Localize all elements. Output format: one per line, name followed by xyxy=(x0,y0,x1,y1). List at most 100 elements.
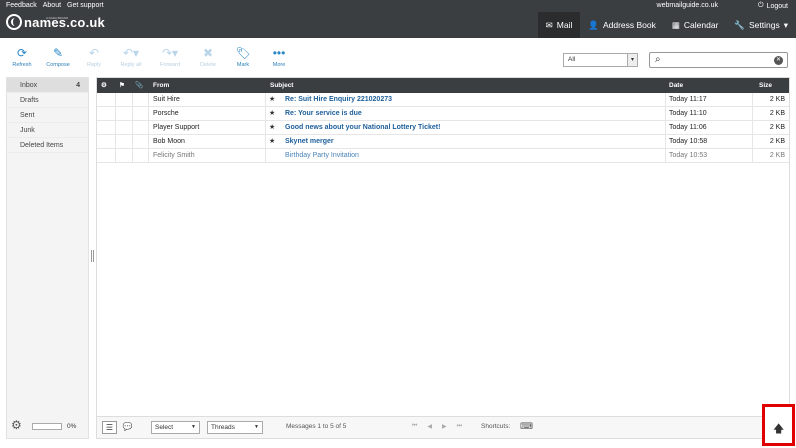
folder-label: Drafts xyxy=(20,97,39,104)
nav-address-book-label: Address Book xyxy=(602,20,656,30)
flag-star-icon[interactable]: ★ xyxy=(269,107,275,121)
scroll-to-top-button[interactable]: 🡅 xyxy=(762,404,795,446)
message-subject: Good news about your National Lottery Ti… xyxy=(285,124,441,131)
flag-star-icon[interactable]: ★ xyxy=(269,93,275,107)
arrow-up-icon: 🡅 xyxy=(773,423,785,435)
feedback-link[interactable]: Feedback xyxy=(6,2,37,9)
top-links: Feedback About Get support xyxy=(6,2,104,9)
chevron-down-icon: ▾ xyxy=(627,54,637,66)
nav-calendar[interactable]: ▦ Calendar xyxy=(664,12,727,38)
last-page-icon[interactable]: ⏭ xyxy=(457,423,462,430)
message-from: Porsche xyxy=(153,110,179,117)
tag-icon: 🏷 xyxy=(235,46,251,60)
filter-value: All xyxy=(568,56,576,63)
folder-junk[interactable]: Junk xyxy=(7,123,88,138)
nav-calendar-label: Calendar xyxy=(683,20,719,30)
delete-button[interactable]: ✖ Delete xyxy=(188,46,228,68)
select-dropdown[interactable]: Select ▼ xyxy=(151,421,200,434)
reply-all-icon: ↶▾ xyxy=(122,46,140,60)
folder-drafts[interactable]: Drafts xyxy=(7,93,88,108)
refresh-label: Refresh xyxy=(12,62,32,68)
more-button[interactable]: ••• More xyxy=(259,46,299,68)
about-link[interactable]: About xyxy=(43,2,61,9)
folder-sent[interactable]: Sent xyxy=(7,108,88,123)
message-size: 2 KB xyxy=(769,124,785,131)
shortcuts-label: Shortcuts: xyxy=(481,423,511,430)
logout-button[interactable]: ⏻ Logout xyxy=(758,2,788,10)
message-date: Today 11:06 xyxy=(669,124,707,131)
unread-count: 4 xyxy=(76,82,80,89)
quota-text: 0% xyxy=(67,423,77,430)
message-from: Bob Moon xyxy=(153,138,185,145)
prev-page-icon[interactable]: ◀ xyxy=(427,423,432,430)
flag-column-icon[interactable]: ⚑ xyxy=(119,78,125,93)
flag-star-icon[interactable]: ★ xyxy=(269,121,275,135)
folder-inbox[interactable]: Inbox 4 xyxy=(7,78,88,93)
threads-dropdown[interactable]: Threads ▼ xyxy=(207,421,263,434)
forward-button[interactable]: ↷▾ Forward xyxy=(150,46,190,68)
filter-select[interactable]: All ▾ xyxy=(563,53,638,67)
calendar-icon: ▦ xyxy=(671,19,680,30)
message-size: 2 KB xyxy=(769,110,785,117)
message-size: 2 KB xyxy=(769,138,785,145)
message-row[interactable]: Bob Moon ★ Skynet merger Today 10:58 2 K… xyxy=(97,135,789,149)
compose-icon: ✎ xyxy=(52,46,64,60)
flag-star-icon[interactable]: ★ xyxy=(269,135,275,149)
folder-deleted-items[interactable]: Deleted Items xyxy=(7,138,88,153)
next-page-icon[interactable]: ▶ xyxy=(442,423,447,430)
message-from: Felicity Smith xyxy=(153,152,195,159)
wrench-icon: 🔧 xyxy=(734,19,745,30)
message-list: ⚙ ⚑ 📎 From Subject Date Size Suit Hire ★… xyxy=(96,77,790,439)
clear-search-icon[interactable]: ✕ xyxy=(774,56,783,65)
mark-button[interactable]: 🏷 Mark xyxy=(223,46,263,68)
logo-mark-icon xyxy=(6,14,22,30)
nav-mail[interactable]: ✉ Mail xyxy=(537,12,581,38)
reply-label: Reply xyxy=(86,62,102,68)
attachment-column-icon[interactable]: 📎 xyxy=(135,78,143,93)
person-icon: 👤 xyxy=(588,19,599,30)
gear-icon[interactable]: ⚙ xyxy=(11,418,22,432)
sidebar-footer: ⚙ 0% xyxy=(7,414,88,438)
reply-button[interactable]: ↶ Reply xyxy=(74,46,114,68)
message-row[interactable]: Felicity Smith Birthday Party Invitation… xyxy=(97,149,789,163)
message-row[interactable]: Porsche ★ Re: Your service is due Today … xyxy=(97,107,789,121)
folder-label: Deleted Items xyxy=(20,142,64,149)
folder-label: Sent xyxy=(20,112,35,119)
message-subject: Birthday Party Invitation xyxy=(285,152,359,159)
chevron-down-icon: ▼ xyxy=(191,424,196,430)
message-from: Player Support xyxy=(153,124,200,131)
more-label: More xyxy=(272,62,286,68)
settings-column-icon[interactable]: ⚙ xyxy=(101,78,107,93)
compose-button[interactable]: ✎ Compose xyxy=(38,46,78,68)
main-nav: ✉ Mail 👤 Address Book ▦ Calendar 🔧 Setti… xyxy=(537,12,796,38)
threads-bubble-icon[interactable]: 💬 xyxy=(120,421,135,434)
subject-column-header[interactable]: Subject xyxy=(270,78,293,93)
reply-all-label: Reply all xyxy=(120,62,142,68)
reply-all-button[interactable]: ↶▾ Reply all xyxy=(111,46,151,68)
nav-address-book[interactable]: 👤 Address Book xyxy=(580,12,664,38)
list-footer: ☰ 💬 Select ▼ Threads ▼ Messages 1 to 5 o… xyxy=(97,416,789,438)
date-column-header[interactable]: Date xyxy=(669,78,683,93)
refresh-button[interactable]: ⟳ Refresh xyxy=(2,46,42,68)
message-date: Today 11:17 xyxy=(669,96,707,103)
threads-label: Threads xyxy=(211,424,235,431)
quota-bar xyxy=(32,423,62,430)
message-row[interactable]: Player Support ★ Good news about your Na… xyxy=(97,121,789,135)
message-from: Suit Hire xyxy=(153,96,180,103)
folder-sidebar: Inbox 4 Drafts Sent Junk Deleted Items ⚙… xyxy=(6,77,89,439)
get-support-link[interactable]: Get support xyxy=(67,2,104,9)
first-page-icon[interactable]: ⏮ xyxy=(412,423,417,430)
message-row[interactable]: Suit Hire ★ Re: Suit Hire Enquiry 221020… xyxy=(97,93,789,107)
list-options-icon[interactable]: ☰ xyxy=(102,421,117,434)
size-column-header[interactable]: Size xyxy=(759,78,772,93)
message-subject: Skynet merger xyxy=(285,138,334,145)
search-input[interactable]: ⌕ ✕ xyxy=(649,52,788,68)
keyboard-icon[interactable]: ⌨ xyxy=(520,421,533,432)
reply-icon: ↶ xyxy=(88,46,100,60)
power-icon: ⏻ xyxy=(758,2,764,9)
logo-subtitle: A DADA BRAND xyxy=(46,16,69,20)
pane-splitter[interactable] xyxy=(91,250,94,262)
forward-icon: ↷▾ xyxy=(161,46,179,60)
nav-settings[interactable]: 🔧 Settings ▾ xyxy=(726,12,796,38)
from-column-header[interactable]: From xyxy=(153,78,169,93)
